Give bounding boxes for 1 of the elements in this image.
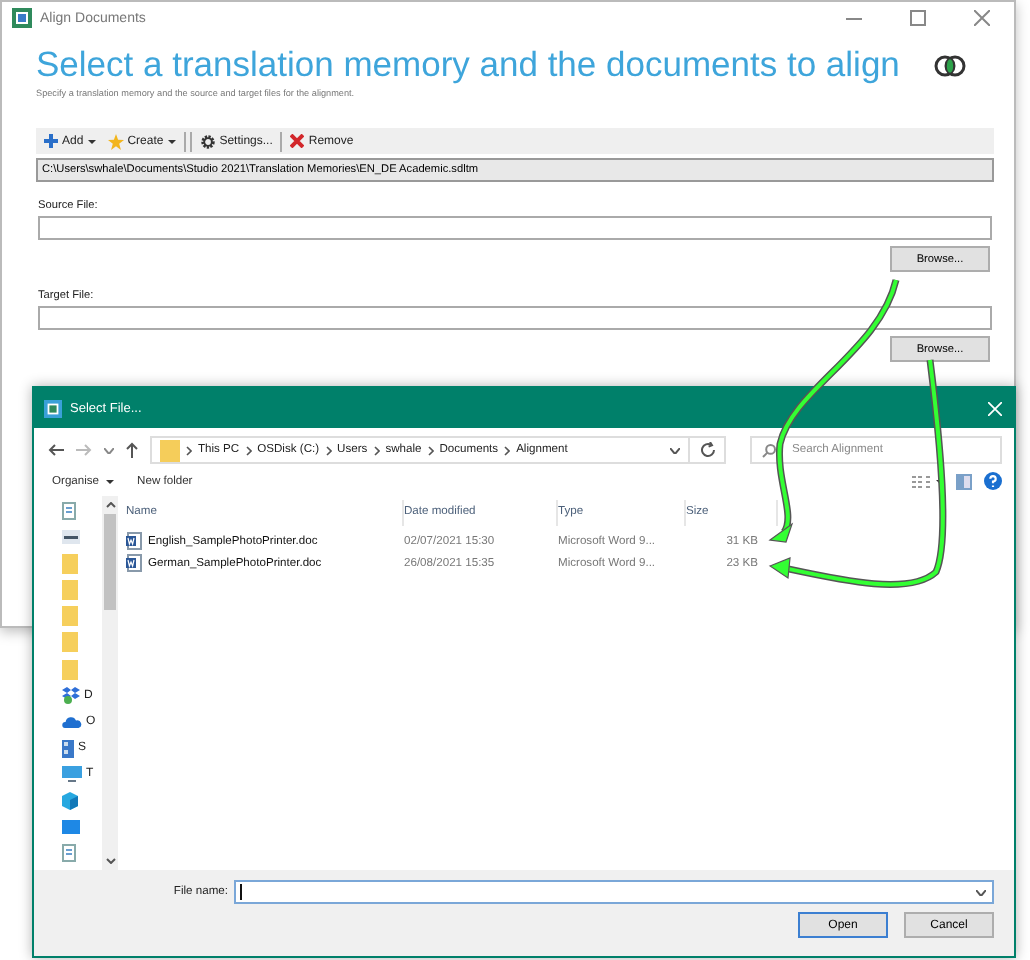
page-heading: Select a translation memory and the documents to align [36, 42, 902, 86]
